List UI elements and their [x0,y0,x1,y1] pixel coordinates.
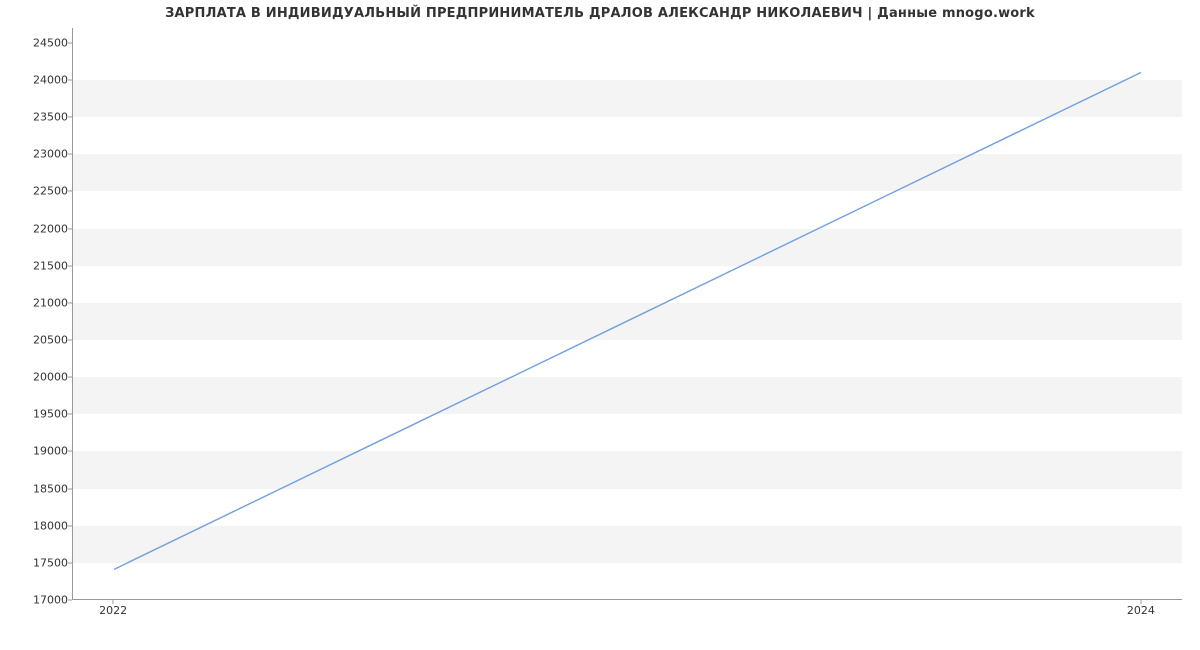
x-tick-mark [113,600,114,604]
y-tick-label: 20500 [33,334,68,347]
y-tick-mark [68,42,72,43]
y-tick-mark [68,451,72,452]
y-tick-mark [68,562,72,563]
y-tick-label: 19500 [33,408,68,421]
line-series [73,28,1182,599]
y-tick-mark [68,228,72,229]
x-tick-mark [1140,600,1141,604]
y-tick-mark [68,265,72,266]
x-tick-label: 2022 [99,604,127,617]
y-tick-mark [68,525,72,526]
y-tick-label: 24500 [33,36,68,49]
series-line [114,72,1141,569]
y-tick-label: 17000 [33,594,68,607]
y-tick-mark [68,414,72,415]
y-tick-label: 20000 [33,371,68,384]
y-tick-label: 23500 [33,111,68,124]
y-tick-mark [68,302,72,303]
plot-area [72,28,1182,600]
y-tick-label: 24000 [33,74,68,87]
y-tick-label: 23000 [33,148,68,161]
y-tick-label: 21500 [33,259,68,272]
y-tick-label: 19000 [33,445,68,458]
y-tick-mark [68,340,72,341]
y-tick-label: 22500 [33,185,68,198]
y-tick-mark [68,600,72,601]
y-tick-mark [68,117,72,118]
y-tick-label: 18500 [33,482,68,495]
y-tick-mark [68,154,72,155]
x-tick-label: 2024 [1127,604,1155,617]
y-tick-mark [68,191,72,192]
y-tick-label: 21000 [33,296,68,309]
y-tick-mark [68,377,72,378]
y-tick-mark [68,488,72,489]
y-tick-label: 17500 [33,556,68,569]
y-tick-mark [68,80,72,81]
y-tick-label: 22000 [33,222,68,235]
chart-title: ЗАРПЛАТА В ИНДИВИДУАЛЬНЫЙ ПРЕДПРИНИМАТЕЛ… [0,6,1200,21]
y-tick-label: 18000 [33,519,68,532]
chart-container: ЗАРПЛАТА В ИНДИВИДУАЛЬНЫЙ ПРЕДПРИНИМАТЕЛ… [0,0,1200,650]
